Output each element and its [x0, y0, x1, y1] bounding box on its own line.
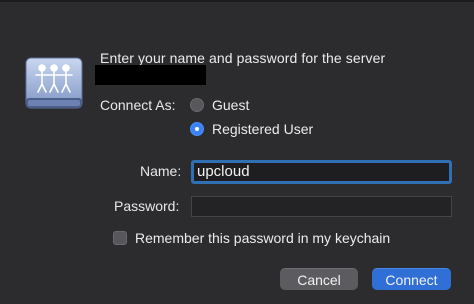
- password-field[interactable]: [191, 196, 452, 217]
- registered-user-radio-label: Registered User: [212, 121, 314, 137]
- cancel-button[interactable]: Cancel: [280, 268, 358, 290]
- registered-user-radio-option[interactable]: Registered User: [190, 121, 313, 137]
- remember-password-label: Remember this password in my keychain: [135, 230, 391, 246]
- name-label: Name:: [140, 163, 182, 179]
- redacted-server-name: [95, 65, 206, 85]
- remember-password-checkbox[interactable]: [113, 231, 127, 245]
- password-label: Password:: [114, 198, 180, 214]
- registered-user-radio-button[interactable]: [190, 122, 204, 136]
- login-dialog: Enter your name and password for the ser…: [0, 0, 474, 304]
- network-server-icon: [25, 57, 83, 109]
- remember-password-option[interactable]: Remember this password in my keychain: [113, 230, 390, 246]
- name-field[interactable]: upcloud: [191, 160, 452, 184]
- connect-button[interactable]: Connect: [372, 268, 451, 290]
- dialog-message: Enter your name and password for the ser…: [100, 50, 386, 66]
- guest-radio-option[interactable]: Guest: [190, 97, 249, 113]
- guest-radio-button[interactable]: [190, 98, 204, 112]
- connect-as-label: Connect As:: [100, 97, 176, 113]
- guest-radio-label: Guest: [212, 97, 250, 113]
